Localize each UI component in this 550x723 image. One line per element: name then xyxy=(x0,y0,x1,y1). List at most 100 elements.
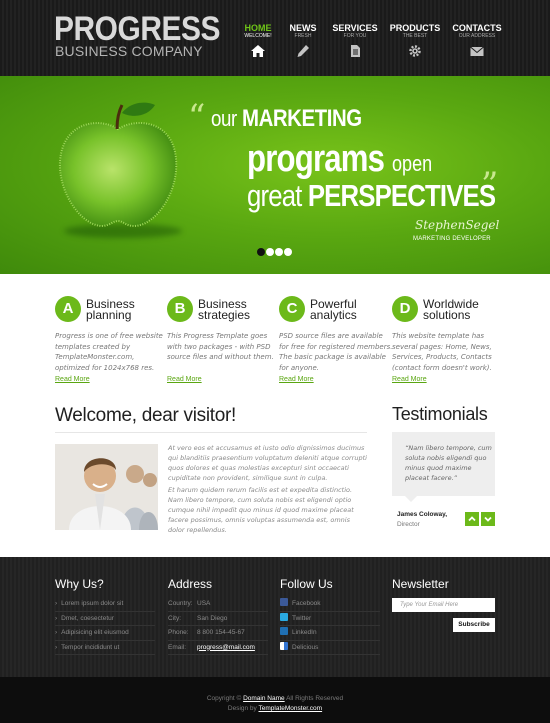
feature-title-line2: analytics xyxy=(310,308,357,322)
address-key: City: xyxy=(168,614,181,622)
social-label: Delicious xyxy=(292,643,319,651)
delicious-icon xyxy=(280,641,288,650)
design-line: Design by TemplateMonster.com xyxy=(0,704,550,714)
address-row: Phone: 8 800 154-45-67 xyxy=(168,626,268,641)
why-us-item-label: Adipisicing elit eiusmod xyxy=(61,629,129,636)
envelope-icon xyxy=(469,44,485,58)
nav-sublabel: OUR ADDRESS xyxy=(458,33,496,39)
quote-close-mark: ” xyxy=(481,165,499,205)
slider-dot[interactable] xyxy=(284,248,292,256)
slider-dot[interactable] xyxy=(266,248,274,256)
why-us-item-label: Tempor incididunt ut xyxy=(61,643,120,651)
slider-dot[interactable] xyxy=(257,248,265,256)
feature-badge: C xyxy=(279,296,305,322)
hero-text-our: our xyxy=(211,106,237,131)
designer-link[interactable]: TemplateMonster.com xyxy=(259,705,323,712)
read-more-link[interactable]: Read More xyxy=(279,376,314,383)
testimonials-title: Testimonials xyxy=(392,404,488,424)
address-list: Country: USA City: San Diego Phone: 8 800 1… xyxy=(168,597,268,655)
address-key: Country: xyxy=(168,600,193,607)
divider xyxy=(55,432,367,433)
feature-badge: B xyxy=(167,296,193,322)
social-facebook[interactable]: Facebook xyxy=(280,597,380,612)
hero-slider: “ our MARKETING programs open great PERS… xyxy=(0,76,550,274)
nav-contacts[interactable]: CONTACTS OUR ADDRESS xyxy=(447,24,507,58)
address-key: Phone: xyxy=(168,629,189,636)
newsletter-column: Newsletter xyxy=(392,577,502,597)
welcome-title: Welcome, dear visitor! xyxy=(55,405,236,426)
nav-services[interactable]: SERVICES FOR YOU xyxy=(325,24,385,58)
facebook-icon xyxy=(280,598,288,606)
address-value: San Diego xyxy=(197,614,228,622)
arrow-icon: › xyxy=(55,600,58,607)
gear-icon xyxy=(407,44,423,58)
copyright-line: Copyright © Domain Name All Rights Reser… xyxy=(0,677,550,704)
social-label: Facebook xyxy=(292,600,321,607)
rights-text: All Rights Reserved xyxy=(286,695,344,702)
pencil-icon xyxy=(295,44,311,58)
welcome-text: At vero eos et accusamus et iusto odio d… xyxy=(168,443,368,537)
feature-title: Business strategies xyxy=(198,298,288,322)
why-us-item[interactable]: › Tempor incididunt ut xyxy=(55,641,155,655)
signature-role: MARKETING DEVELOPER xyxy=(413,236,491,242)
newsletter-title: Newsletter xyxy=(392,577,449,591)
nav-products[interactable]: PRODUCTS THE BEST xyxy=(385,24,445,58)
why-us-item[interactable]: › Lorem ipsum dolor sit xyxy=(55,597,155,612)
social-label: LinkedIn xyxy=(292,629,317,636)
social-twitter[interactable]: Twitter xyxy=(280,612,380,626)
testimonial-quote: “Nam libero tempore, cum soluta nobis el… xyxy=(405,444,492,482)
why-us-item[interactable]: › Adipisicing elit eiusmod xyxy=(55,626,155,641)
hero-headline-1: our MARKETING xyxy=(211,105,362,133)
feature-badge: D xyxy=(392,296,418,322)
address-row: Email: progress@mail.com xyxy=(168,641,268,655)
hero-headline-2: programs open xyxy=(247,138,432,181)
feature-text: This website template has several pages:… xyxy=(392,332,492,372)
nav-label: SERVICES xyxy=(332,23,378,33)
email-link[interactable]: progress@mail.com xyxy=(197,644,255,651)
social-linkedin[interactable]: LinkedIn xyxy=(280,626,380,641)
arrow-icon: › xyxy=(55,643,58,651)
main-nav: HOME WELCOME! NEWS FRESH SERVICES FOR YO… xyxy=(228,24,528,64)
arrow-icon: › xyxy=(55,614,58,622)
copyright-bar: Copyright © Domain Name All Rights Reser… xyxy=(0,677,550,723)
nav-label: CONTACTS xyxy=(452,23,502,33)
address-title: Address xyxy=(168,577,213,591)
document-icon xyxy=(347,44,363,58)
copyright-text: Copyright © xyxy=(206,695,242,702)
follow-us-column: Follow Us Facebook Twitter LinkedIn Deli… xyxy=(280,577,380,655)
logo-title[interactable]: PROGRESS xyxy=(54,12,221,46)
subscribe-button[interactable]: Subscribe xyxy=(453,618,495,632)
chevron-up-icon xyxy=(468,516,476,522)
feature-text: This Progress Template goes with two pac… xyxy=(167,332,274,361)
nav-label: PRODUCTS xyxy=(389,23,441,33)
feature-badge: A xyxy=(55,296,81,322)
why-us-item[interactable]: › Dmet, coesectetur xyxy=(55,612,155,626)
hero-headline-3: great PERSPECTIVES xyxy=(247,178,496,214)
nav-news[interactable]: NEWS FRESH xyxy=(273,24,333,58)
testimonial-prev-button[interactable] xyxy=(465,512,479,526)
address-value: USA xyxy=(197,600,211,607)
feature-text: PSD source files are available for free … xyxy=(279,332,393,372)
read-more-link[interactable]: Read More xyxy=(392,376,427,383)
newsletter-email-input[interactable]: Type Your Email Here xyxy=(392,598,495,612)
quote-open-mark: “ xyxy=(188,97,206,137)
address-value: 8 800 154-45-67 xyxy=(197,629,245,636)
footer: Why Us? › Lorem ipsum dolor sit › Dmet, co… xyxy=(0,557,550,677)
bubble-pointer xyxy=(405,496,417,502)
arrow-icon: › xyxy=(55,629,58,636)
read-more-link[interactable]: Read More xyxy=(167,376,202,383)
nav-sublabel: FOR YOU xyxy=(343,33,367,39)
hero-text-open: open xyxy=(392,151,433,176)
why-us-list: › Lorem ipsum dolor sit › Dmet, coesectetu… xyxy=(55,597,155,655)
social-delicious[interactable]: Delicious xyxy=(280,641,380,655)
read-more-link[interactable]: Read More xyxy=(55,376,90,383)
testimonial-next-button[interactable] xyxy=(481,512,495,526)
slider-dot[interactable] xyxy=(275,248,283,256)
design-by-text: Design by xyxy=(227,705,257,712)
domain-link[interactable]: Domain Name xyxy=(243,695,285,702)
welcome-paragraph-2: Et harum quidem rerum facilis est et exp… xyxy=(168,486,354,534)
header: PROGRESS BUSINESS COMPANY HOME WELCOME! … xyxy=(0,0,550,76)
feature-title-line2: strategies xyxy=(198,308,251,322)
address-key: Email: xyxy=(168,643,187,651)
testimonial-role: Director xyxy=(397,521,420,528)
